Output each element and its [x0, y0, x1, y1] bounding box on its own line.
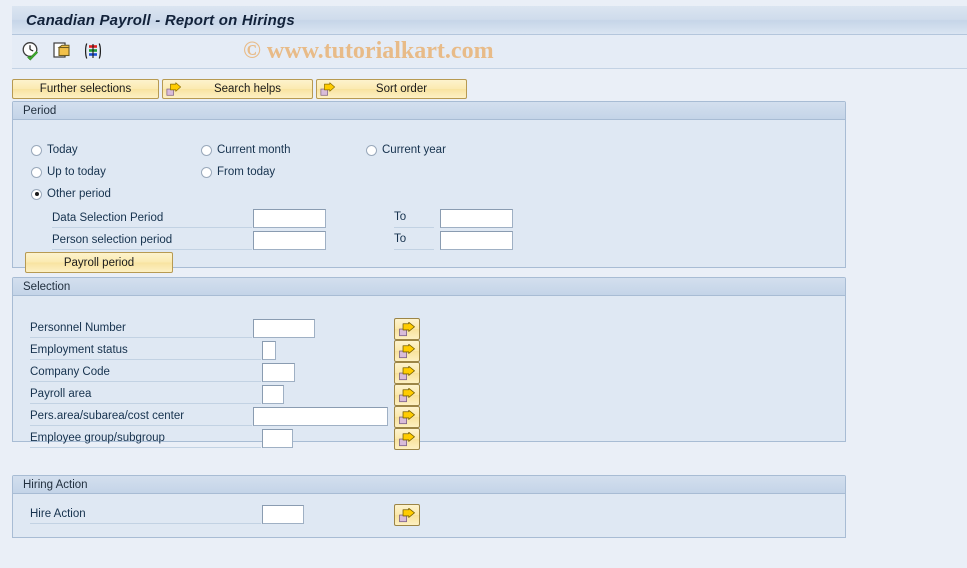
radio-circle-icon: [31, 144, 42, 156]
radio-label: Current year: [382, 144, 446, 156]
field-underline: [30, 403, 261, 404]
radio-current-month[interactable]: Current month: [201, 144, 291, 156]
field-underline: [52, 227, 252, 228]
personnel-number-input[interactable]: [253, 319, 315, 338]
period-panel-header: Period: [13, 102, 845, 120]
person-selection-period-label: Person selection period: [52, 234, 173, 246]
data-selection-period-to-label: To: [394, 211, 407, 223]
personnel-number-multi-select-button[interactable]: [394, 318, 420, 340]
person-selection-period-to-input[interactable]: [440, 231, 513, 250]
selection-panel-body: Personnel Number Employment status Compa…: [13, 296, 845, 450]
toolbar-icon-group: [20, 40, 104, 62]
arrow-right-icon: [318, 80, 337, 98]
radio-label: From today: [217, 166, 276, 178]
radio-from-today[interactable]: From today: [201, 166, 275, 178]
personnel-number-label: Personnel Number: [30, 322, 126, 334]
sort-order-button[interactable]: Sort order: [316, 79, 467, 99]
field-underline: [30, 523, 261, 524]
period-panel-body: Today Current month Current year Up to t…: [13, 120, 845, 273]
arrow-right-icon: [399, 321, 415, 336]
radio-circle-icon: [201, 166, 212, 178]
payroll-area-input[interactable]: [262, 385, 284, 404]
payroll-area-multi-select-button[interactable]: [394, 384, 420, 406]
hire-action-input[interactable]: [262, 505, 304, 524]
further-selections-button[interactable]: Further selections: [12, 79, 159, 99]
field-underline: [52, 249, 252, 250]
hire-action-label: Hire Action: [30, 508, 86, 520]
company-code-input[interactable]: [262, 363, 295, 382]
radio-label: Up to today: [47, 166, 106, 178]
search-helps-button[interactable]: Search helps: [162, 79, 313, 99]
radio-circle-selected-icon: [31, 188, 42, 200]
employee-group-subgroup-label: Employee group/subgroup: [30, 432, 165, 444]
arrow-right-icon: [399, 409, 415, 424]
hiring-action-panel-body: Hire Action: [13, 494, 845, 538]
field-underline: [394, 249, 434, 250]
payroll-period-button[interactable]: Payroll period: [25, 252, 173, 273]
payroll-area-label: Payroll area: [30, 388, 92, 400]
radio-label: Other period: [47, 188, 111, 200]
period-panel-title: Period: [23, 104, 57, 117]
radio-other-period[interactable]: Other period: [31, 188, 111, 200]
radio-today[interactable]: Today: [31, 144, 78, 156]
data-selection-period-label: Data Selection Period: [52, 212, 164, 224]
radio-label: Today: [47, 144, 78, 156]
arrow-right-icon: [164, 80, 183, 98]
company-code-multi-select-button[interactable]: [394, 362, 420, 384]
radio-label: Current month: [217, 144, 291, 156]
field-underline: [30, 447, 261, 448]
company-code-label: Company Code: [30, 366, 110, 378]
person-selection-period-from-input[interactable]: [253, 231, 326, 250]
sort-order-label: Sort order: [375, 83, 428, 95]
selection-panel-title: Selection: [23, 280, 71, 293]
employee-group-subgroup-multi-select-button[interactable]: [394, 428, 420, 450]
field-underline: [30, 381, 261, 382]
arrow-right-icon: [399, 507, 415, 522]
application-toolbar: [12, 35, 967, 69]
further-selections-label: Further selections: [39, 83, 132, 95]
arrow-right-icon: [399, 431, 415, 446]
radio-circle-icon: [201, 144, 212, 156]
hiring-action-panel: Hiring Action Hire Action: [12, 475, 846, 538]
field-underline: [30, 337, 252, 338]
field-underline: [394, 227, 434, 228]
employment-status-label: Employment status: [30, 344, 128, 356]
employment-status-input[interactable]: [262, 341, 276, 360]
selection-screen-button-row: Further selections Search helps Sort ord…: [12, 79, 467, 99]
selection-panel-header: Selection: [13, 278, 845, 296]
data-selection-period-to-input[interactable]: [440, 209, 513, 228]
field-underline: [30, 359, 261, 360]
search-helps-label: Search helps: [213, 83, 282, 95]
employment-status-multi-select-button[interactable]: [394, 340, 420, 362]
arrow-right-icon: [399, 365, 415, 380]
hiring-action-panel-title: Hiring Action: [23, 478, 88, 491]
pers-area-subarea-cost-center-input[interactable]: [253, 407, 388, 426]
arrow-right-icon: [399, 387, 415, 402]
sap-selection-screen: Canadian Payroll - Report on Hirings © w…: [0, 0, 967, 568]
pers-area-subarea-cost-center-multi-select-button[interactable]: [394, 406, 420, 428]
hire-action-multi-select-button[interactable]: [394, 504, 420, 526]
radio-circle-icon: [366, 144, 377, 156]
colored-bars-icon[interactable]: [82, 40, 104, 62]
data-selection-period-from-input[interactable]: [253, 209, 326, 228]
execute-clock-icon[interactable]: [20, 40, 42, 62]
field-underline: [30, 425, 252, 426]
radio-up-to-today[interactable]: Up to today: [31, 166, 106, 178]
employee-group-subgroup-input[interactable]: [262, 429, 293, 448]
window-title-bar: Canadian Payroll - Report on Hirings: [12, 6, 967, 35]
copy-document-icon[interactable]: [51, 40, 73, 62]
arrow-right-icon: [399, 343, 415, 358]
radio-current-year[interactable]: Current year: [366, 144, 446, 156]
radio-circle-icon: [31, 166, 42, 178]
pers-area-subarea-cost-center-label: Pers.area/subarea/cost center: [30, 410, 185, 422]
selection-panel: Selection Personnel Number Employment st…: [12, 277, 846, 450]
period-panel: Period Today Current month Current year …: [12, 101, 846, 273]
page-title: Canadian Payroll - Report on Hirings: [26, 11, 295, 29]
person-selection-period-to-label: To: [394, 233, 407, 245]
hiring-action-panel-header: Hiring Action: [13, 476, 845, 494]
